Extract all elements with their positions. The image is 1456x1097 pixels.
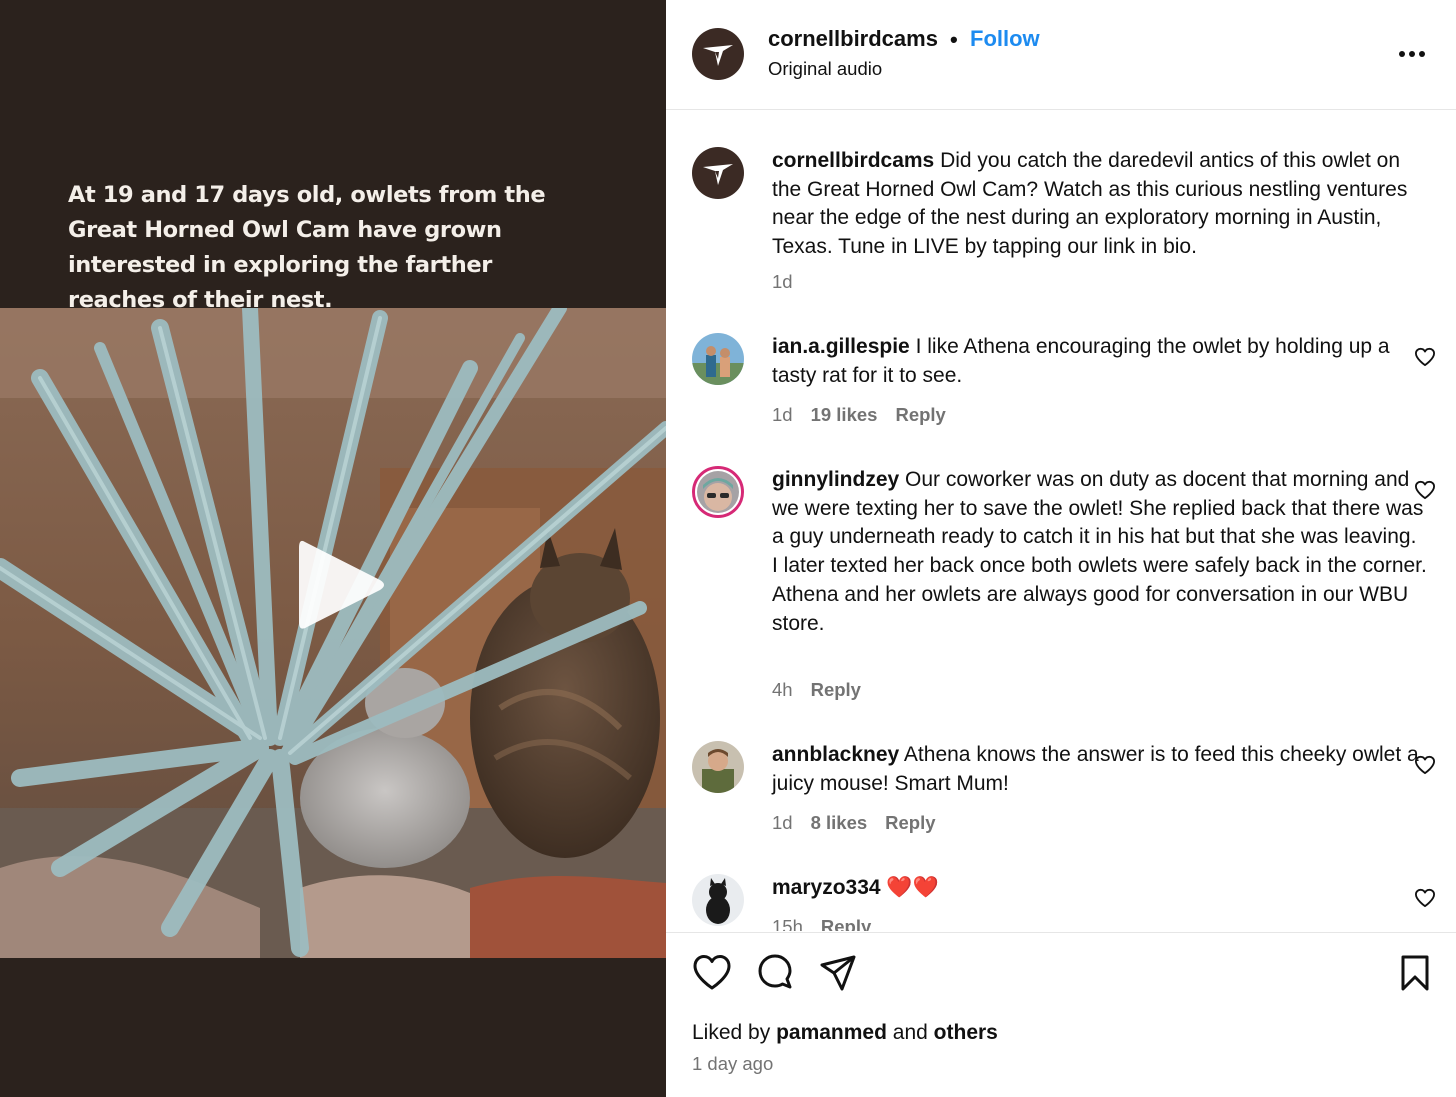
account-avatar[interactable] [692, 28, 744, 80]
liked-by-others[interactable]: others [934, 1021, 998, 1044]
video-player[interactable]: At 19 and 17 days old, owlets from the G… [0, 0, 666, 1097]
comment-text: ginnylindzey Our coworker was on duty as… [772, 466, 1428, 638]
caption-username[interactable]: cornellbirdcams [772, 149, 934, 172]
comment-body: ❤️❤️ [886, 876, 939, 899]
header-username[interactable]: cornellbirdcams [768, 26, 938, 52]
comment-icon[interactable] [755, 953, 795, 993]
like-comment-heart-icon[interactable] [1414, 347, 1436, 367]
comment-likes[interactable]: 8 likes [811, 812, 868, 833]
comment-time[interactable]: 4h [772, 679, 793, 700]
comment-meta: 15h Reply [772, 916, 889, 931]
heart-icon[interactable] [692, 953, 732, 993]
reply-button[interactable]: Reply [895, 404, 945, 425]
commenter-avatar[interactable] [692, 333, 744, 385]
commenter-avatar-story-ring[interactable] [692, 466, 744, 518]
post-timestamp[interactable]: 1 day ago [692, 1053, 773, 1075]
video-caption-text: At 19 and 17 days old, owlets from the G… [68, 182, 546, 313]
avatar-photo [697, 471, 739, 513]
comment-time[interactable]: 1d [772, 404, 793, 425]
post-panel: cornellbirdcams • Follow Original audio … [666, 0, 1456, 1097]
caption-meta: 1d [772, 271, 811, 293]
comment-likes[interactable]: 19 likes [811, 404, 878, 425]
liked-by-and: and [892, 1021, 928, 1044]
header-separator: • [950, 27, 958, 52]
comment-text: ian.a.gillespie I like Athena encouragin… [772, 333, 1428, 390]
comment-meta: 4h Reply [772, 679, 879, 701]
comment-username[interactable]: annblackney [772, 743, 899, 766]
comment-time[interactable]: 1d [772, 812, 793, 833]
play-button[interactable] [285, 530, 395, 640]
comment-text: maryzo334 ❤️❤️ [772, 874, 1428, 903]
follow-button[interactable]: Follow [970, 26, 1040, 52]
avatar-photo [692, 741, 744, 793]
audio-label[interactable]: Original audio [768, 58, 882, 80]
comment-body: Our coworker was on duty as docent that … [772, 468, 1427, 635]
caption-time[interactable]: 1d [772, 271, 793, 292]
liked-by-prefix: Liked by [692, 1021, 771, 1044]
caption-avatar[interactable] [692, 147, 744, 199]
comment-meta: 1d 8 likes Reply [772, 812, 954, 834]
comment-time[interactable]: 15h [772, 916, 803, 931]
caption-text: cornellbirdcams Did you catch the darede… [772, 147, 1428, 262]
comment-username[interactable]: ian.a.gillespie [772, 335, 910, 358]
comment-username[interactable]: maryzo334 [772, 876, 881, 899]
comments-list[interactable]: cornellbirdcams Did you catch the darede… [666, 111, 1456, 931]
like-comment-heart-icon[interactable] [1414, 480, 1436, 500]
commenter-avatar[interactable] [692, 874, 744, 926]
liked-by-user[interactable]: pamanmed [776, 1021, 887, 1044]
reply-button[interactable]: Reply [811, 679, 861, 700]
commenter-avatar[interactable] [692, 741, 744, 793]
share-icon[interactable] [818, 953, 858, 993]
comment-text: annblackney Athena knows the answer is t… [772, 741, 1428, 798]
more-options-icon[interactable] [1396, 44, 1428, 64]
avatar-photo [692, 874, 744, 926]
like-comment-heart-icon[interactable] [1414, 755, 1436, 775]
liked-by-line: Liked by pamanmed and others [692, 1021, 998, 1045]
hummingbird-logo-icon [703, 164, 733, 185]
comment-meta: 1d 19 likes Reply [772, 404, 964, 426]
post-header: cornellbirdcams • Follow Original audio [666, 0, 1456, 110]
comment-username[interactable]: ginnylindzey [772, 468, 899, 491]
post-actions-bar: Liked by pamanmed and others 1 day ago [666, 932, 1456, 1097]
avatar-photo [692, 333, 744, 385]
hummingbird-logo-icon [703, 45, 733, 66]
reply-button[interactable]: Reply [885, 812, 935, 833]
bookmark-icon[interactable] [1395, 953, 1435, 993]
play-icon [299, 540, 384, 629]
reply-button[interactable]: Reply [821, 916, 871, 931]
like-comment-heart-icon[interactable] [1414, 888, 1436, 908]
